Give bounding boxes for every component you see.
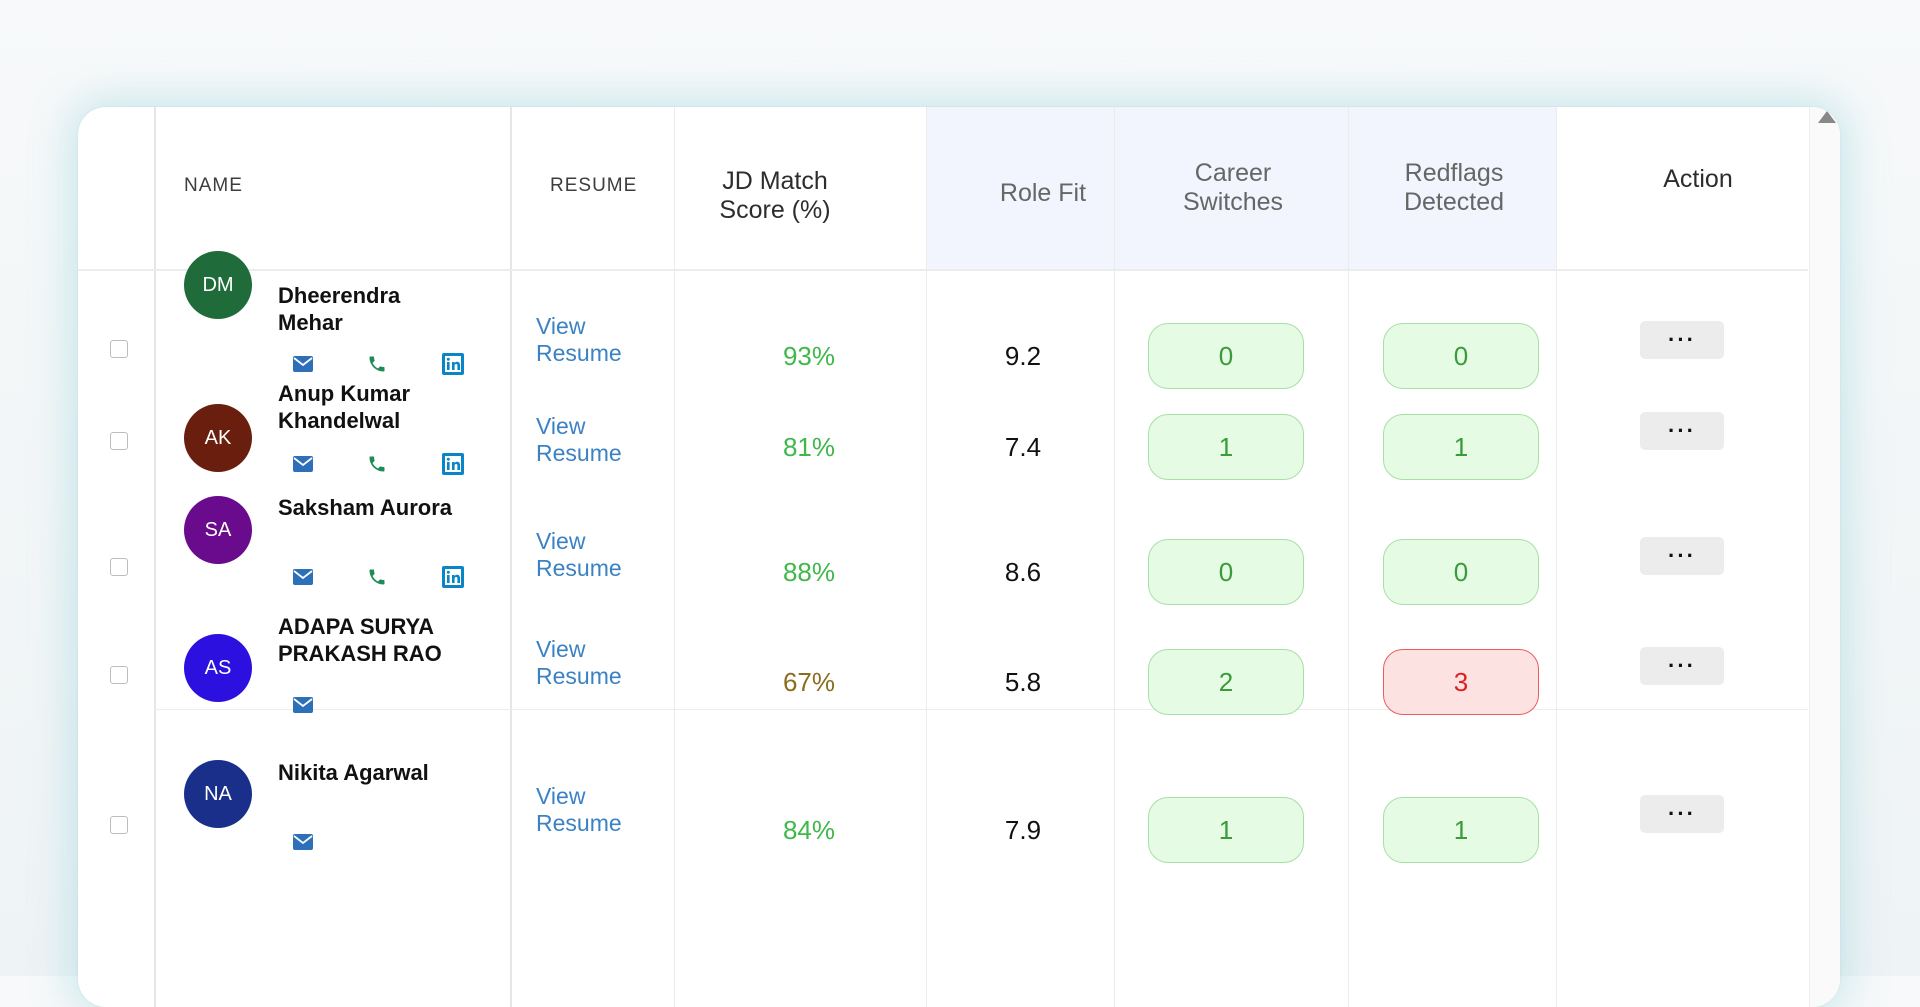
column-divider	[1556, 107, 1557, 1007]
career-switches-badge: 2	[1148, 649, 1304, 715]
candidate-name: Saksham Aurora	[278, 495, 453, 520]
column-divider	[674, 107, 675, 1007]
column-header-name[interactable]: NAME	[184, 175, 243, 197]
view-resume-link[interactable]: View Resume	[536, 413, 636, 467]
career-switches-badge: 1	[1148, 797, 1304, 863]
linkedin-icon[interactable]	[440, 351, 466, 377]
header-divider	[78, 269, 1808, 271]
career-switches-badge: 0	[1148, 539, 1304, 605]
email-icon[interactable]	[290, 451, 316, 477]
row-actions-button[interactable]: ···	[1640, 795, 1724, 833]
column-header-career-switches[interactable]: Career Switches	[1158, 159, 1308, 217]
row-select-checkbox[interactable]	[110, 816, 128, 834]
view-resume-link[interactable]: View Resume	[536, 636, 636, 690]
phone-icon[interactable]	[364, 451, 390, 477]
redflags-badge: 1	[1383, 797, 1539, 863]
role-fit-score: 7.4	[1004, 432, 1042, 462]
row-divider	[154, 709, 1808, 710]
email-icon[interactable]	[290, 692, 316, 718]
row-select-checkbox[interactable]	[110, 666, 128, 684]
email-icon[interactable]	[290, 829, 316, 855]
column-header-action: Action	[1663, 165, 1733, 193]
linkedin-icon[interactable]	[440, 451, 466, 477]
avatar: SA	[184, 496, 252, 564]
candidate-name: Dheerendra Mehar	[278, 283, 401, 335]
column-header-role-fit[interactable]: Role Fit	[978, 179, 1108, 208]
row-actions-button[interactable]: ···	[1640, 321, 1724, 359]
row-actions-button[interactable]: ···	[1640, 412, 1724, 450]
column-divider	[926, 107, 927, 1007]
row-select-checkbox[interactable]	[110, 340, 128, 358]
role-fit-score: 9.2	[1004, 341, 1042, 371]
phone-icon[interactable]	[364, 564, 390, 590]
candidate-name: Anup Kumar Khandelwal	[278, 381, 410, 433]
role-fit-score: 7.9	[1004, 815, 1042, 845]
role-fit-score: 5.8	[1004, 667, 1042, 697]
row-actions-button[interactable]: ···	[1640, 537, 1724, 575]
jd-match-score: 67%	[782, 667, 836, 697]
jd-match-score: 84%	[782, 815, 836, 845]
redflags-badge: 0	[1383, 539, 1539, 605]
candidate-name: Nikita Agarwal	[278, 760, 429, 785]
redflags-badge: 0	[1383, 323, 1539, 389]
view-resume-link[interactable]: View Resume	[536, 528, 636, 582]
avatar: AK	[184, 404, 252, 472]
jd-match-score: 93%	[782, 341, 836, 371]
jd-match-score: 81%	[782, 432, 836, 462]
column-divider	[1114, 107, 1115, 1007]
jd-match-score: 88%	[782, 557, 836, 587]
column-header-jd-match[interactable]: JD Match Score (%)	[710, 167, 840, 225]
career-switches-badge: 0	[1148, 323, 1304, 389]
career-switches-badge: 1	[1148, 414, 1304, 480]
candidate-name: ADAPA SURYA PRAKASH RAO	[278, 614, 442, 666]
column-header-resume[interactable]: RESUME	[550, 175, 637, 197]
redflags-badge: 3	[1383, 649, 1539, 715]
linkedin-icon[interactable]	[440, 564, 466, 590]
view-resume-link[interactable]: View Resume	[536, 783, 636, 837]
phone-icon[interactable]	[364, 351, 390, 377]
row-select-checkbox[interactable]	[110, 558, 128, 576]
redflags-badge: 1	[1383, 414, 1539, 480]
column-divider	[1348, 107, 1349, 1007]
vertical-scrollbar[interactable]	[1809, 107, 1840, 1007]
avatar: NA	[184, 760, 252, 828]
avatar: AS	[184, 634, 252, 702]
role-fit-score: 8.6	[1004, 557, 1042, 587]
candidates-table-card: NAME RESUME JD Match Score (%) Role Fit …	[78, 107, 1840, 1007]
scroll-up-arrow-icon[interactable]	[1818, 111, 1836, 123]
row-select-checkbox[interactable]	[110, 432, 128, 450]
row-actions-button[interactable]: ···	[1640, 647, 1724, 685]
column-header-redflags[interactable]: Redflags Detected	[1384, 159, 1524, 217]
email-icon[interactable]	[290, 564, 316, 590]
view-resume-link[interactable]: View Resume	[536, 313, 636, 367]
column-divider	[154, 107, 156, 1007]
column-divider	[510, 107, 512, 1007]
avatar: DM	[184, 251, 252, 319]
email-icon[interactable]	[290, 351, 316, 377]
